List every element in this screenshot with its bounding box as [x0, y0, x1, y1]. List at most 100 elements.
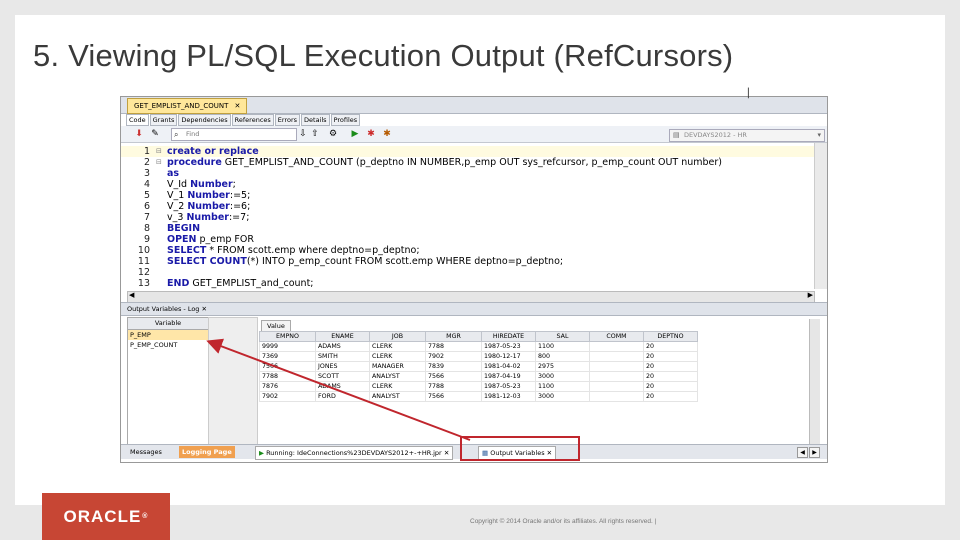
code-line: 7 v_3 Number:=7;: [143, 212, 250, 223]
table-cell: 7788: [259, 371, 316, 382]
column-header[interactable]: MGR: [425, 331, 482, 342]
table-cell: 20: [643, 341, 698, 352]
table-row[interactable]: 7788 SCOTT ANALYST 7566 1987-04-19 3000 20: [259, 371, 698, 382]
table-cell: 7902: [259, 391, 316, 402]
scroll-left-icon[interactable]: ◀: [797, 447, 808, 458]
code-line: 8 BEGIN: [143, 223, 201, 234]
table-cell: [589, 361, 644, 372]
code-line: 13 END GET_EMPLIST_and_count;: [137, 278, 314, 289]
table-row[interactable]: 7566 JONES MANAGER 7839 1981-04-02 2975 20: [259, 361, 698, 372]
code-line: 3 as: [143, 168, 180, 179]
debug-icon[interactable]: ✱: [365, 128, 377, 140]
document-tab-strip: GET_EMPLIST_AND_COUNT ✕: [121, 97, 827, 114]
tab-code[interactable]: Code: [126, 114, 149, 126]
table-cell: 7876: [259, 381, 316, 392]
code-line: 1 ⊟ create or replace: [121, 146, 814, 157]
tab-references[interactable]: References: [231, 114, 274, 126]
splitter[interactable]: [208, 317, 258, 447]
table-cell: 800: [535, 351, 590, 362]
tab-errors[interactable]: Errors: [274, 114, 301, 126]
table-cell: CLERK: [369, 381, 426, 392]
table-cell: 7566: [425, 391, 482, 402]
close-icon[interactable]: ✕: [234, 102, 240, 110]
table-cell: 7566: [425, 371, 482, 382]
table-row[interactable]: 7369 SMITH CLERK 7902 1980-12-17 800 20: [259, 351, 698, 362]
table-cell: 1100: [535, 341, 590, 352]
find-input[interactable]: ⌕ Find: [171, 128, 297, 141]
code-editor[interactable]: 1 ⊟ create or replace 2 ⊟ procedure GET_EMPL…: [121, 143, 814, 289]
tab-details[interactable]: Details: [301, 114, 330, 126]
document-tab[interactable]: GET_EMPLIST_AND_COUNT ✕: [127, 98, 248, 114]
sql-developer-screenshot: GET_EMPLIST_AND_COUNT ✕ Code Grants Depen…: [120, 96, 828, 463]
table-cell: FORD: [315, 391, 370, 402]
table-row[interactable]: 7876 ADAMS CLERK 7788 1987-05-23 1100 20: [259, 381, 698, 392]
variable-item-p-emp-count[interactable]: P_EMP_COUNT: [128, 340, 208, 350]
table-row[interactable]: 9999 ADAMS CLERK 7788 1987-05-23 1100 20: [259, 341, 698, 352]
result-vertical-scrollbar[interactable]: [809, 319, 820, 445]
table-cell: 20: [643, 351, 698, 362]
table-cell: SCOTT: [315, 371, 370, 382]
copyright-notice: Copyright © 2014 Oracle and/or its affil…: [470, 518, 657, 525]
table-cell: 1987-05-23: [481, 381, 536, 392]
result-grid: EMPNO ENAME JOB MGR HIREDATE SAL COMM DE…: [259, 331, 698, 402]
edge-mark: ▏: [748, 88, 755, 98]
profile-icon[interactable]: ✱: [381, 128, 393, 140]
close-icon: ✕: [443, 449, 450, 457]
tab-profiles[interactable]: Profiles: [330, 114, 361, 126]
table-cell: CLERK: [369, 341, 426, 352]
binoculars-icon: ⌕: [174, 130, 179, 139]
column-header[interactable]: JOB: [369, 331, 426, 342]
gear-icon[interactable]: ⚙: [327, 128, 339, 140]
table-cell: [589, 341, 644, 352]
table-cell: 20: [643, 371, 698, 382]
table-cell: [589, 351, 644, 362]
code-line: 11 SELECT COUNT(*) INTO p_emp_count FROM …: [137, 256, 564, 267]
column-header[interactable]: ENAME: [315, 331, 370, 342]
column-header[interactable]: COMM: [589, 331, 644, 342]
edit-icon[interactable]: ✎: [149, 128, 161, 140]
table-cell: CLERK: [369, 351, 426, 362]
tab-running[interactable]: ▶ Running: IdeConnections%23DEVDAYS2012+…: [255, 446, 454, 460]
fold-icon: ⊟: [156, 147, 162, 155]
table-cell: ANALYST: [369, 391, 426, 402]
connection-select[interactable]: ▤ DEVDAYS2012 - HR ▾: [669, 129, 825, 142]
table-cell: 1987-05-23: [481, 341, 536, 352]
column-header[interactable]: SAL: [535, 331, 590, 342]
highlight-box: [460, 436, 580, 461]
column-header[interactable]: HIREDATE: [481, 331, 536, 342]
column-header[interactable]: DEPTNO: [643, 331, 698, 342]
table-cell: MANAGER: [369, 361, 426, 372]
table-cell: 9999: [259, 341, 316, 352]
scroll-left-icon: ◀: [129, 291, 135, 299]
table-cell: 1981-04-02: [481, 361, 536, 372]
document-tab-label: GET_EMPLIST_AND_COUNT: [134, 102, 229, 110]
pin-icon[interactable]: ⬇: [133, 128, 145, 140]
variable-list: Variable P_EMP P_EMP_COUNT: [127, 317, 209, 447]
tab-logging-page[interactable]: Logging Page: [179, 446, 235, 458]
scroll-right-icon[interactable]: ▶: [809, 447, 820, 458]
code-line: 10 SELECT * FROM scott.emp where deptno=p…: [137, 245, 420, 256]
table-cell: 7839: [425, 361, 482, 372]
tab-messages[interactable]: Messages: [127, 446, 165, 458]
tab-grants[interactable]: Grants: [149, 114, 178, 126]
variable-item-p-emp[interactable]: P_EMP: [128, 330, 208, 340]
column-header[interactable]: EMPNO: [259, 331, 316, 342]
table-cell: 7788: [425, 381, 482, 392]
table-cell: 1980-12-17: [481, 351, 536, 362]
table-cell: ADAMS: [315, 381, 370, 392]
table-cell: 3000: [535, 391, 590, 402]
table-cell: 1981-12-03: [481, 391, 536, 402]
oracle-logo: ORACLE ®: [42, 493, 170, 540]
run-icon[interactable]: ▶: [349, 128, 361, 140]
editor-vertical-scrollbar[interactable]: [814, 143, 827, 289]
connection-label: DEVDAYS2012 - HR: [684, 131, 747, 139]
tab-dependencies[interactable]: Dependencies: [178, 114, 231, 126]
table-cell: 20: [643, 391, 698, 402]
table-cell: [589, 371, 644, 382]
up-icon[interactable]: ⇧: [309, 128, 321, 140]
table-row[interactable]: 7902 FORD ANALYST 7566 1981-12-03 3000 20: [259, 391, 698, 402]
down-icon[interactable]: ⇩: [297, 128, 309, 140]
output-panel-title[interactable]: Output Variables - Log ✕: [127, 303, 207, 315]
table-cell: 7566: [259, 361, 316, 372]
table-cell: 7788: [425, 341, 482, 352]
